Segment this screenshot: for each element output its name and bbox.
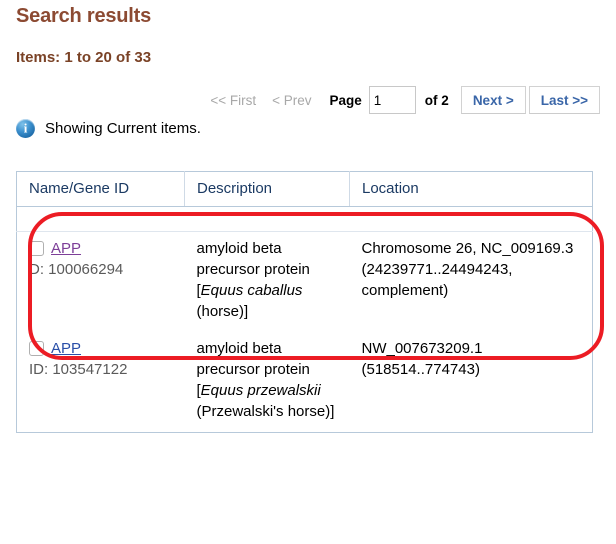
- gene-name-link[interactable]: APP: [51, 238, 81, 259]
- page-number-input[interactable]: [368, 86, 416, 114]
- status-notice-text: Showing Current items.: [45, 119, 201, 137]
- table-row: APP ID: 103547122 amyloid beta precursor…: [16, 332, 593, 433]
- row-name-cell: APP ID: 103547122: [16, 332, 185, 433]
- species-name: Equus caballus: [200, 282, 303, 299]
- page-title: Search results: [16, 5, 152, 27]
- row-location-cell: NW_007673209.1 (518514..774743): [349, 332, 593, 433]
- row-name-cell: APP D: 100066294: [16, 231, 185, 332]
- column-header-description[interactable]: Description: [184, 171, 350, 207]
- first-page-link[interactable]: << First: [202, 86, 264, 114]
- page-label: Page: [329, 92, 362, 108]
- row-select-checkbox[interactable]: [29, 241, 44, 256]
- table-header-row: Name/Gene ID Description Location: [16, 171, 593, 207]
- last-page-button[interactable]: Last >>: [528, 86, 600, 114]
- row-location-cell: Chromosome 26, NC_009169.3 (24239771..24…: [349, 231, 593, 332]
- species-name: Equus przewalskii: [200, 382, 321, 399]
- gene-id-label: ID: 103547122: [29, 361, 128, 378]
- page-total-label: of 2: [424, 92, 449, 108]
- info-icon: [16, 118, 35, 138]
- row-description-cell: amyloid beta precursor protein [Equus ca…: [184, 231, 350, 332]
- table-row: APP D: 100066294 amyloid beta precursor …: [16, 231, 593, 332]
- description-suffix: (horse)]: [196, 303, 249, 320]
- gene-name-link[interactable]: APP: [51, 338, 81, 359]
- row-description-cell: amyloid beta precursor protein [Equus pr…: [184, 332, 350, 433]
- prev-page-link[interactable]: < Prev: [264, 86, 319, 114]
- gene-id-label: D: 100066294: [29, 261, 124, 278]
- status-notice: Showing Current items.: [16, 116, 201, 140]
- table-header-spacer: [16, 206, 593, 232]
- items-count-label: Items: 1 to 20 of 33: [16, 49, 152, 66]
- search-results-table: Name/Gene ID Description Location APP D:…: [16, 171, 593, 433]
- column-header-name-gene-id[interactable]: Name/Gene ID: [16, 171, 185, 207]
- pagination-controls: << First < Prev Page of 2 Next > Last >>: [0, 86, 600, 114]
- column-header-location[interactable]: Location: [349, 171, 593, 207]
- row-select-checkbox[interactable]: [29, 341, 44, 356]
- description-suffix: (Przewalski's horse)]: [196, 403, 335, 420]
- next-page-button[interactable]: Next >: [460, 86, 526, 114]
